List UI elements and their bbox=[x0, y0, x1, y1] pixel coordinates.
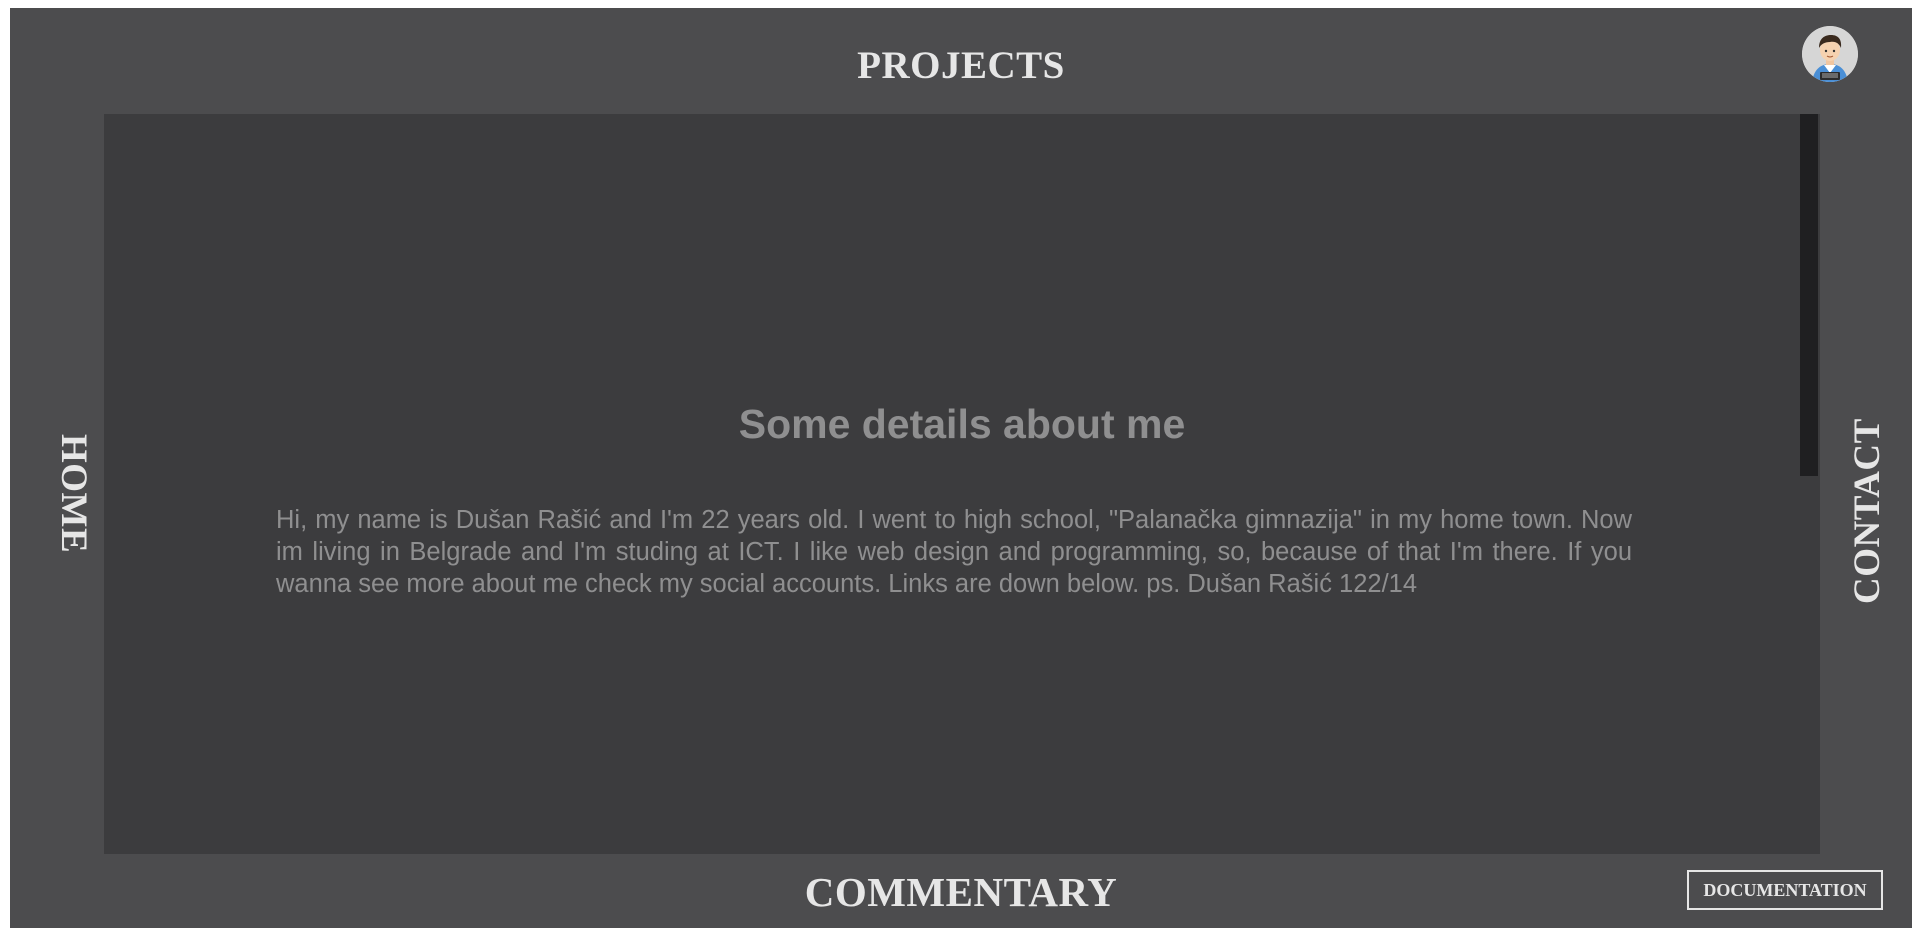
nav-home-link[interactable]: HOME bbox=[53, 434, 94, 553]
nav-projects-link[interactable]: PROJECTS bbox=[10, 46, 1912, 86]
user-avatar-icon[interactable] bbox=[1802, 26, 1858, 82]
bio-paragraph: Hi, my name is Dušan Rašić and I'm 22 ye… bbox=[276, 506, 1632, 598]
content-panel[interactable]: Some details about me Hi, my name is Duš… bbox=[104, 114, 1820, 854]
scrollbar-thumb[interactable] bbox=[1800, 114, 1818, 476]
nav-commentary-link[interactable]: COMMENTARY bbox=[10, 870, 1912, 914]
page-frame: PROJECTS HOME CONTACT Some details about… bbox=[10, 8, 1912, 928]
nav-contact-link[interactable]: CONTACT bbox=[1847, 418, 1888, 604]
section-title: Some details about me bbox=[738, 401, 1186, 447]
documentation-button[interactable]: DOCUMENTATION bbox=[1687, 870, 1883, 910]
avatar-illustration bbox=[1802, 26, 1858, 82]
